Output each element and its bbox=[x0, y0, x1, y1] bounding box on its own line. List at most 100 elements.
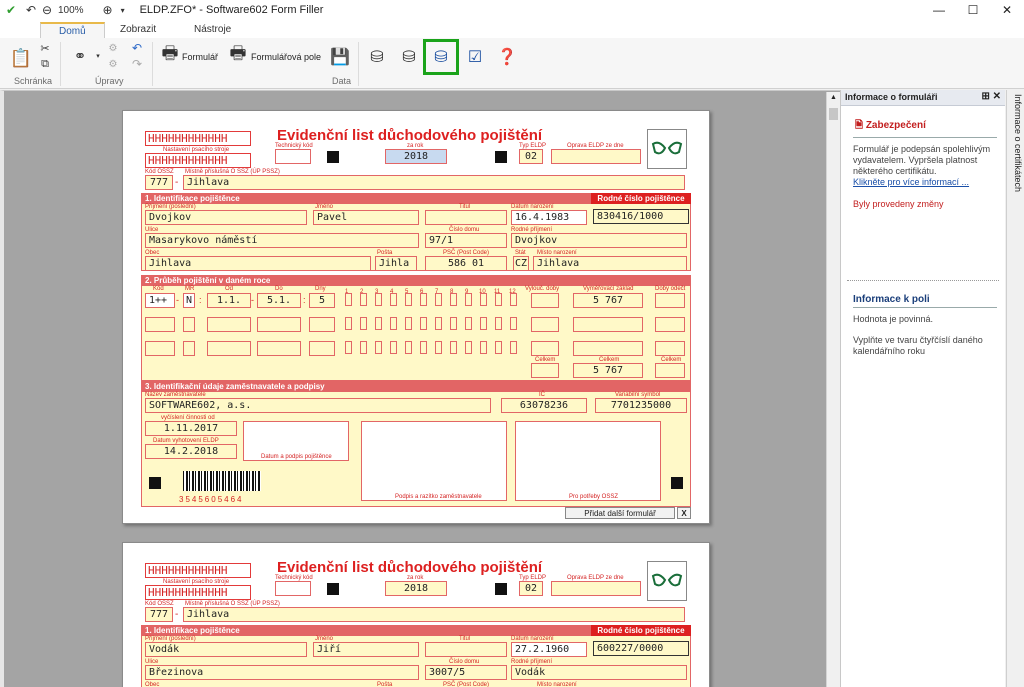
birth-date-field[interactable]: 16.4.1983 bbox=[511, 210, 587, 225]
tab-domu[interactable]: Domů bbox=[40, 22, 105, 38]
month-box-r1-1[interactable] bbox=[345, 293, 352, 306]
variable-symbol-field[interactable]: 7701235000 bbox=[595, 398, 687, 413]
month-box-r3-6[interactable] bbox=[420, 341, 427, 354]
row3-deduct-field[interactable] bbox=[655, 341, 685, 356]
birth-number-field[interactable]: 600227/0000 bbox=[593, 641, 689, 656]
row2-base-field[interactable] bbox=[573, 317, 643, 332]
form-print-icon[interactable]: 🖶 bbox=[160, 43, 180, 68]
month-box-r1-7[interactable] bbox=[435, 293, 442, 306]
row1-deduct-field[interactable] bbox=[655, 293, 685, 308]
row3-code-field[interactable] bbox=[145, 341, 175, 356]
row2-code-field[interactable] bbox=[145, 317, 175, 332]
month-box-r2-6[interactable] bbox=[420, 317, 427, 330]
row1-code-field[interactable]: 1++ bbox=[145, 293, 175, 308]
correction-date-field[interactable] bbox=[551, 149, 641, 164]
month-box-r2-11[interactable] bbox=[495, 317, 502, 330]
remove-form-button[interactable]: X bbox=[677, 507, 691, 519]
paste-icon[interactable]: 📋 bbox=[10, 46, 32, 70]
employer-id-field[interactable]: 63078236 bbox=[501, 398, 587, 413]
add-form-button[interactable]: Přidat další formulář bbox=[565, 507, 675, 519]
birth-number-field[interactable]: 830416/1000 bbox=[593, 209, 689, 224]
tab-zobrazit[interactable]: Zobrazit bbox=[102, 22, 174, 38]
title-field[interactable] bbox=[425, 642, 507, 657]
ossz-use-box[interactable] bbox=[515, 421, 661, 501]
month-box-r2-1[interactable] bbox=[345, 317, 352, 330]
month-box-r2-10[interactable] bbox=[480, 317, 487, 330]
month-box-r1-3[interactable] bbox=[375, 293, 382, 306]
activity-from-field[interactable]: 1.11.2017 bbox=[145, 421, 237, 436]
first-name-field[interactable]: Jiří bbox=[313, 642, 419, 657]
city-field[interactable]: Jihlava bbox=[145, 256, 371, 271]
zoom-in-icon[interactable]: ⊕ bbox=[100, 0, 116, 20]
maiden-name-field[interactable]: Vodák bbox=[511, 665, 687, 680]
find-dropdown-icon[interactable]: ▾ bbox=[94, 52, 102, 60]
street-field[interactable]: Masarykovo náměstí bbox=[145, 233, 419, 248]
ossz-code-field[interactable]: 777 bbox=[145, 175, 173, 190]
house-number-field[interactable]: 97/1 bbox=[425, 233, 507, 248]
ossz-code-field[interactable]: 777 bbox=[145, 607, 173, 622]
format-icon[interactable]: ⚙ bbox=[106, 42, 120, 54]
certificates-side-tab[interactable]: Informace o certifikátech bbox=[1006, 90, 1024, 687]
employer-name-field[interactable]: SOFTWARE602, a.s. bbox=[145, 398, 491, 413]
validate-checklist-icon[interactable]: ☑ bbox=[464, 46, 486, 68]
month-box-r1-11[interactable] bbox=[495, 293, 502, 306]
month-box-r1-8[interactable] bbox=[450, 293, 457, 306]
month-box-r1-2[interactable] bbox=[360, 293, 367, 306]
month-box-r3-8[interactable] bbox=[450, 341, 457, 354]
maiden-name-field[interactable]: Dvojkov bbox=[511, 233, 687, 248]
employer-stamp-box[interactable] bbox=[361, 421, 507, 501]
row1-mr-field[interactable]: N bbox=[183, 293, 195, 308]
month-box-r2-12[interactable] bbox=[510, 317, 517, 330]
month-box-r1-10[interactable] bbox=[480, 293, 487, 306]
year-field[interactable]: 2018 bbox=[385, 581, 447, 596]
row2-deduct-field[interactable] bbox=[655, 317, 685, 332]
post-office-field[interactable]: Jihla bbox=[375, 256, 417, 271]
row1-from-field[interactable]: 1.1. bbox=[207, 293, 251, 308]
technical-code-field[interactable] bbox=[275, 149, 311, 164]
row3-mr-field[interactable] bbox=[183, 341, 195, 356]
find-binoculars-icon[interactable]: ⚭ bbox=[68, 48, 92, 65]
month-box-r3-9[interactable] bbox=[465, 341, 472, 354]
save-data-icon[interactable]: 💾 bbox=[330, 46, 350, 68]
month-box-r1-12[interactable] bbox=[510, 293, 517, 306]
row1-days-field[interactable]: 5 bbox=[309, 293, 335, 308]
birth-date-field[interactable]: 27.2.1960 bbox=[511, 642, 587, 657]
month-box-r3-12[interactable] bbox=[510, 341, 517, 354]
title-field[interactable] bbox=[425, 210, 507, 225]
form-help-icon[interactable]: ❓ bbox=[496, 46, 518, 68]
eldp-type-field[interactable]: 02 bbox=[519, 581, 543, 596]
row1-excluded-field[interactable] bbox=[531, 293, 559, 308]
scrollbar-thumb[interactable] bbox=[829, 108, 838, 120]
cut-icon[interactable]: ✂ bbox=[38, 42, 52, 55]
maximize-icon[interactable]: ☐ bbox=[956, 0, 990, 20]
row2-mr-field[interactable] bbox=[183, 317, 195, 332]
copy-icon[interactable]: ⧉ bbox=[38, 58, 52, 70]
tab-nastroje[interactable]: Nástroje bbox=[176, 22, 249, 38]
row1-to-field[interactable]: 5.1. bbox=[257, 293, 301, 308]
month-box-r3-4[interactable] bbox=[390, 341, 397, 354]
month-box-r3-5[interactable] bbox=[405, 341, 412, 354]
row3-excluded-field[interactable] bbox=[531, 341, 559, 356]
month-box-r3-11[interactable] bbox=[495, 341, 502, 354]
redo-ribbon-icon[interactable]: ↷ bbox=[130, 57, 144, 71]
month-box-r2-2[interactable] bbox=[360, 317, 367, 330]
row2-excluded-field[interactable] bbox=[531, 317, 559, 332]
eldp-type-field[interactable]: 02 bbox=[519, 149, 543, 164]
month-box-r1-6[interactable] bbox=[420, 293, 427, 306]
month-box-r1-4[interactable] bbox=[390, 293, 397, 306]
formularova-pole-button[interactable]: Formulářová pole bbox=[251, 52, 321, 62]
panel-splitter[interactable] bbox=[847, 280, 999, 284]
vertical-scrollbar[interactable]: ▲ bbox=[826, 92, 840, 687]
row3-from-field[interactable] bbox=[207, 341, 251, 356]
month-box-r3-7[interactable] bbox=[435, 341, 442, 354]
minimize-icon[interactable]: — bbox=[922, 0, 956, 20]
month-box-r3-10[interactable] bbox=[480, 341, 487, 354]
security-more-link[interactable]: Klikněte pro více informací ... bbox=[853, 177, 1005, 187]
row3-to-field[interactable] bbox=[257, 341, 301, 356]
local-ossz-field[interactable]: Jihlava bbox=[183, 607, 685, 622]
database-export-icon[interactable]: ⛁ bbox=[398, 46, 420, 68]
scroll-up-icon[interactable]: ▲ bbox=[830, 94, 837, 101]
house-number-field[interactable]: 3007/5 bbox=[425, 665, 507, 680]
surname-field[interactable]: Vodák bbox=[145, 642, 307, 657]
month-box-r1-9[interactable] bbox=[465, 293, 472, 306]
